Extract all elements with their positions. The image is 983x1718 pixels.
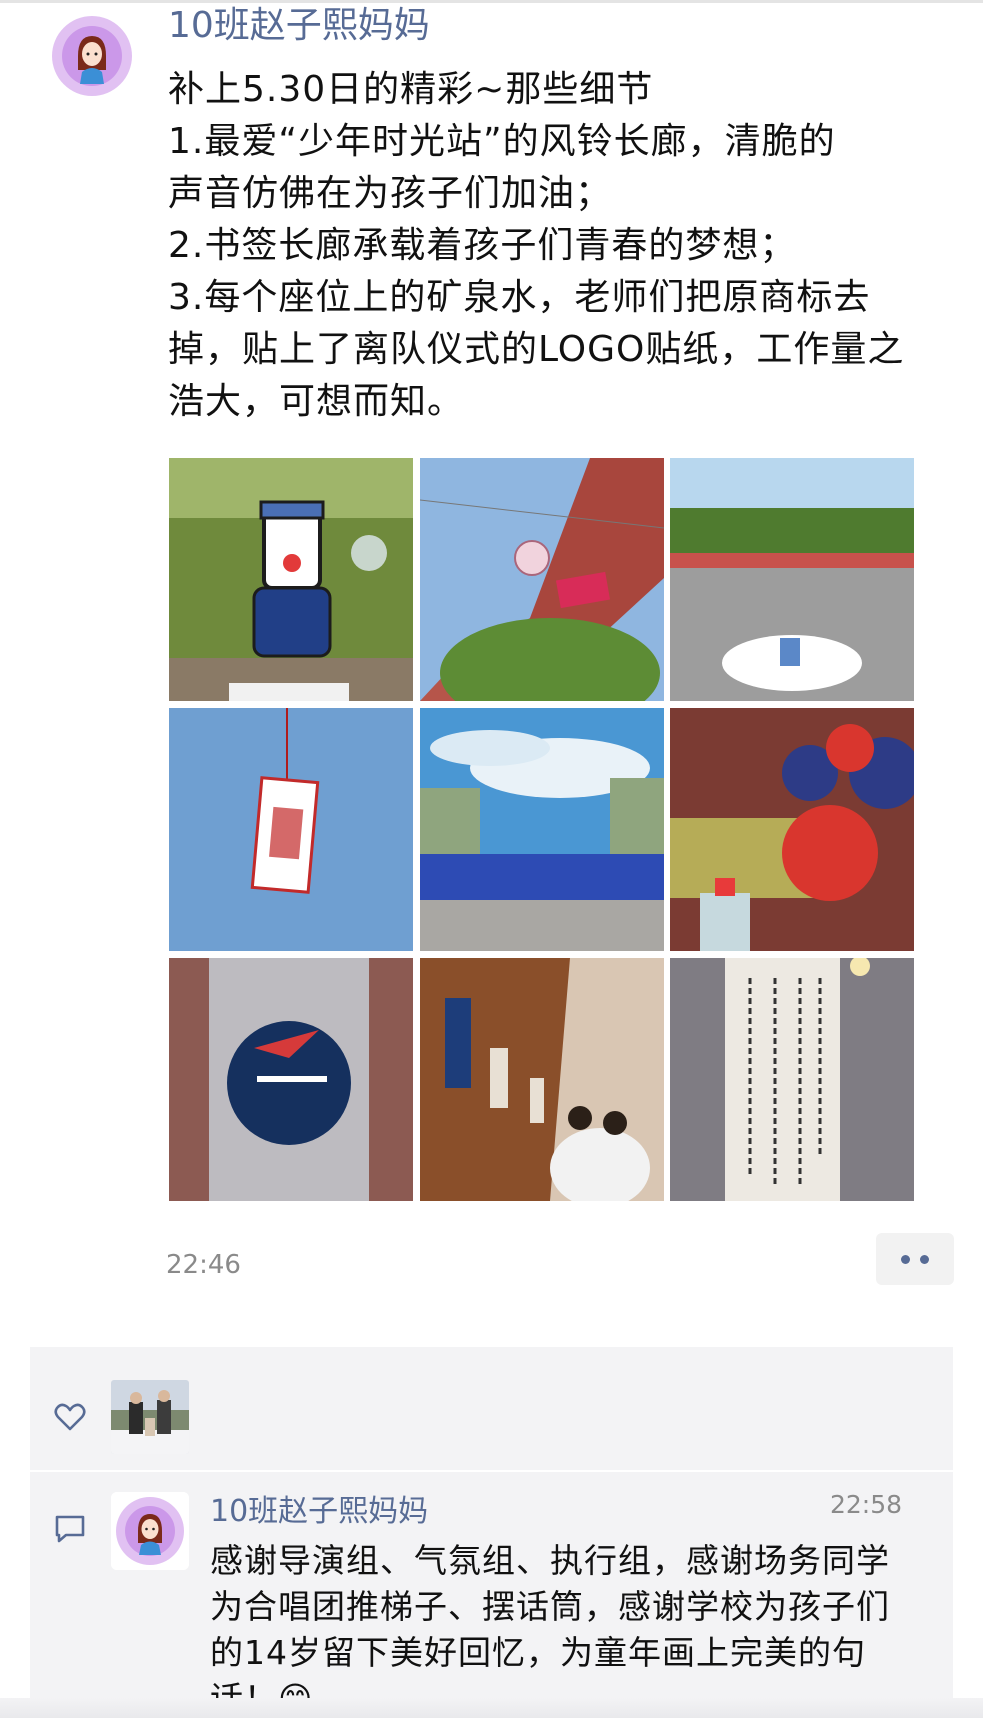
commenter-avatar[interactable]	[111, 1492, 189, 1570]
more-dot-icon	[901, 1254, 910, 1264]
author-avatar[interactable]	[48, 12, 136, 100]
post-line: 2.书签长廊承载着孩子们青春的梦想；	[168, 225, 797, 266]
photo-cartoon-figure-on-grass[interactable]	[169, 458, 413, 701]
post-line: 3.每个座位上的矿泉水，老师们把原商标去	[168, 277, 871, 318]
post-timestamp: 22:46	[166, 1250, 241, 1280]
post-line: 浩大，可想而知。	[168, 381, 465, 422]
panel-divider	[30, 1470, 953, 1472]
post-text: 补上5.30日的精彩~那些细节 1.最爱“少年时光站”的风铃长廊，清脆的 声音仿…	[168, 64, 958, 428]
comment-line: 的14岁留下美好回忆，为童年画上完美的句	[210, 1633, 866, 1672]
top-edge	[0, 0, 983, 3]
comment-timestamp: 22:58	[830, 1490, 903, 1519]
photo-wind-chime-by-building[interactable]	[420, 458, 664, 701]
photo-bookmarks-in-corridor[interactable]	[420, 958, 664, 1201]
photo-water-bottle-logo-sticker[interactable]	[169, 958, 413, 1201]
photo-walkway-with-logo[interactable]	[670, 458, 914, 701]
comment-icon	[55, 1515, 85, 1543]
post-line: 补上5.30日的精彩~那些细节	[168, 69, 654, 110]
photo-balloons-and-bottles[interactable]	[670, 708, 914, 951]
post-author-name[interactable]: 10班赵子熙妈妈	[168, 4, 430, 48]
post-line: 1.最爱“少年时光站”的风铃长廊，清脆的	[168, 121, 836, 162]
post-line: 声音仿佛在为孩子们加油；	[168, 173, 613, 214]
comment-text[interactable]: 感谢导演组、气氛组、执行组，感谢场务同学 为合唱团推梯子、摆话筒，感谢学校为孩子…	[210, 1538, 930, 1718]
liker-avatar[interactable]	[111, 1380, 189, 1454]
comment-line: 感谢导演组、气氛组、执行组，感谢场务同学	[210, 1541, 890, 1580]
photo-hanging-bookmark-sky[interactable]	[169, 708, 413, 951]
post-line: 掉，贴上了离队仪式的LOGO贴纸，工作量之	[168, 329, 905, 370]
photo-handwritten-bookmark[interactable]	[670, 958, 914, 1201]
more-dot-icon	[920, 1254, 929, 1264]
bottom-edge	[0, 1698, 983, 1718]
photo-banner-under-clouds[interactable]	[420, 708, 664, 951]
comment-line: 为合唱团推梯子、摆话筒，感谢学校为孩子们	[210, 1587, 890, 1626]
heart-icon	[54, 1403, 86, 1431]
comment-author-name[interactable]: 10班赵子熙妈妈	[210, 1486, 428, 1530]
more-actions-button[interactable]	[876, 1233, 954, 1285]
